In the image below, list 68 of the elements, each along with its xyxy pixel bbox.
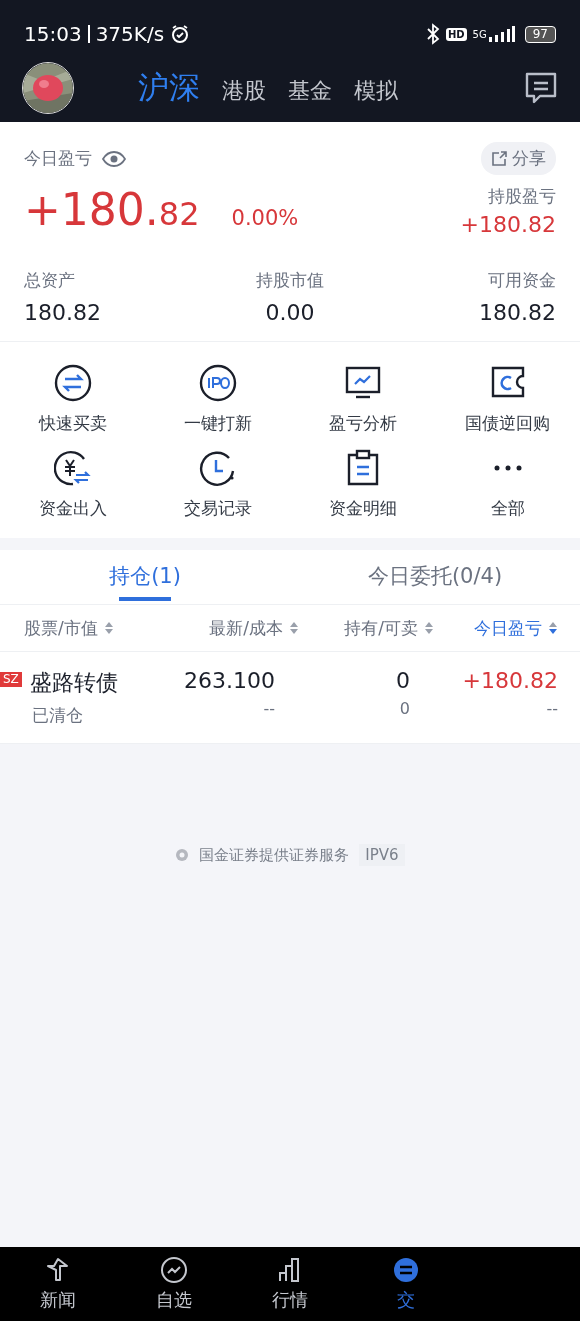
network-type: 5G	[472, 29, 487, 40]
shortcut-item[interactable]: 资金明细	[328, 449, 397, 520]
nav-tab[interactable]: 行情	[232, 1247, 348, 1321]
battery-indicator: 97	[524, 25, 556, 43]
shortcut-item[interactable]: 交易记录	[183, 449, 252, 520]
value: 0.00	[265, 300, 315, 325]
table-cell: 0	[396, 668, 410, 693]
sort-icon	[103, 621, 114, 635]
table-cell: --	[263, 699, 275, 718]
nav-tab[interactable]: 新闻	[0, 1247, 116, 1321]
trade-icon	[392, 1256, 420, 1284]
value: 180.82	[24, 300, 101, 325]
label: 持股市值	[256, 269, 324, 292]
more-icon	[493, 465, 522, 471]
message-icon[interactable]	[524, 71, 558, 105]
nav-tab[interactable]: 交	[348, 1247, 464, 1321]
trend-circle-icon	[160, 1256, 188, 1284]
broker-logo-icon	[175, 848, 190, 862]
sort-icon	[424, 621, 434, 635]
shortcut-item[interactable]: 国债逆回购	[465, 364, 550, 435]
shortcut-item[interactable]: 一键打新	[183, 364, 252, 435]
position-tab[interactable]: 今日委托(0/4)	[367, 550, 503, 604]
table-cell: 0	[399, 699, 410, 718]
stock-status: 已清仓	[31, 704, 84, 727]
value: 180.82	[479, 300, 556, 325]
service-notice: 国金证券提供证券服务	[199, 845, 350, 865]
hd-badge: HD	[445, 27, 467, 41]
market-badge: SZ	[0, 672, 22, 687]
profit-value: +180.82	[24, 185, 200, 237]
market-tab[interactable]: 沪深	[136, 67, 202, 109]
label: 持股盈亏	[488, 185, 556, 208]
sort-icon	[548, 621, 558, 635]
value: +180.82	[460, 212, 556, 237]
share-button[interactable]: 分享	[481, 142, 556, 175]
column-header[interactable]: 最新/成本	[209, 616, 299, 640]
market-tab[interactable]: 模拟	[352, 76, 400, 106]
label: 可用资金	[488, 269, 556, 292]
network-speed: 375K/s	[95, 22, 165, 46]
ipv6-badge: IPV6	[359, 844, 405, 866]
shortcut-item[interactable]: 资金出入	[38, 449, 107, 520]
bluetooth-icon	[425, 23, 440, 45]
avatar	[22, 62, 74, 114]
label: 今日盈亏	[24, 147, 92, 170]
column-header[interactable]: 持有/可卖	[344, 616, 434, 640]
share-icon	[491, 150, 507, 167]
table-cell: +180.82	[462, 668, 558, 693]
shortcut-item[interactable]: 盈亏分析	[328, 364, 397, 435]
signal-icon	[488, 25, 515, 43]
market-tab[interactable]: 港股	[220, 76, 268, 106]
eye-icon[interactable]	[102, 150, 126, 167]
market-tab[interactable]: 基金	[286, 76, 334, 106]
table-cell: --	[546, 699, 558, 718]
column-header[interactable]: 今日盈亏	[474, 616, 558, 640]
clock-icon	[198, 449, 237, 487]
yuan-transfer-icon	[53, 449, 92, 487]
label: 总资产	[24, 269, 76, 292]
ipo-icon	[198, 364, 237, 402]
profit-percent: 0.00%	[231, 206, 299, 230]
table-cell: 263.100	[184, 668, 275, 693]
shortcut-item[interactable]: 快速买卖	[38, 364, 107, 435]
sort-icon	[289, 621, 299, 635]
nav-tab[interactable]: 自选	[116, 1247, 232, 1321]
swap-icon	[53, 364, 92, 402]
alarm-icon	[170, 24, 191, 44]
clock-time: 15:03	[24, 22, 82, 46]
column-header[interactable]: 股票/市值	[24, 616, 114, 640]
shortcut-item[interactable]: 全部	[490, 449, 525, 520]
stock-name: 盛路转债	[29, 669, 118, 697]
